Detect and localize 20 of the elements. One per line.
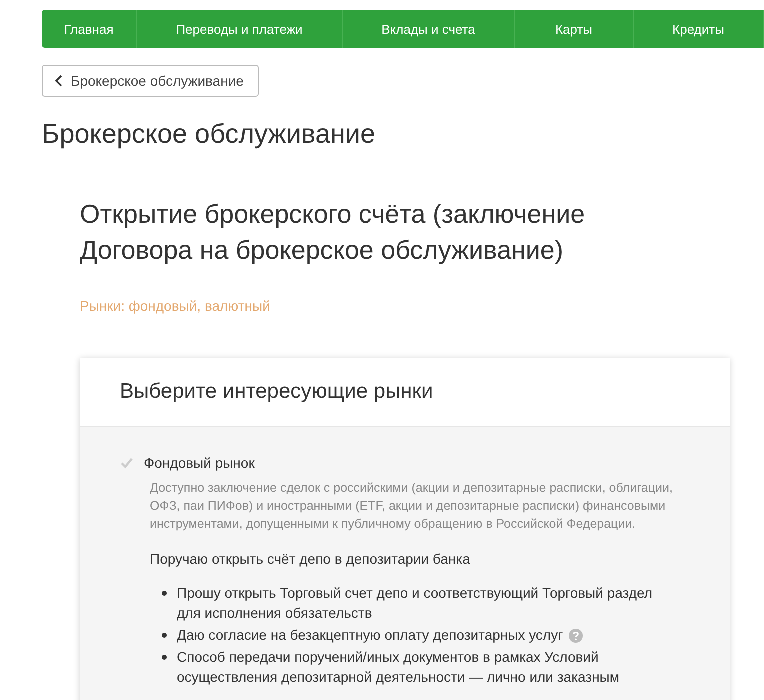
option-description: Доступно заключение сделок с российскими (акции и депозитарные расписки, облигации, ОФЗ, паи ПИФов) и иностранными (ETF, акции и депозитарные расписки) финансовыми инструментами, допущенными к публичному обращению в Российской Федерации. bbox=[150, 480, 674, 533]
menu-tab[interactable]: Карты bbox=[515, 10, 634, 48]
bullet-text: Прошу открыть Торговый счет депо и соответствующий Торговый раздел для исполнения обязательств bbox=[177, 585, 653, 621]
menu-tab[interactable]: Главная bbox=[42, 10, 137, 48]
back-button[interactable]: Брокерское обслуживание bbox=[42, 65, 259, 97]
bullet-icon bbox=[162, 633, 167, 638]
markets-note: Рынки: фондовый, валютный bbox=[80, 298, 272, 314]
bullet-icon bbox=[162, 655, 167, 660]
checkbox-label: Фондовый рынок bbox=[144, 455, 255, 471]
instruction-text: Поручаю открыть счёт депо в депозитарии банка bbox=[150, 551, 472, 567]
card-title: Выберите интересующие рынки bbox=[80, 358, 730, 427]
bullet-text: Способ передачи поручений/иных документов в рамках Условий осуществления депозитарной деятельности — лично или заказным bbox=[177, 649, 620, 685]
menu-tab[interactable]: Переводы и платежи bbox=[137, 10, 343, 48]
section-title: Открытие брокерского счёта (заключение Договора на брокерское обслуживание) bbox=[80, 198, 586, 267]
chevron-left-icon bbox=[55, 75, 63, 87]
menu-tab[interactable]: Кредиты bbox=[634, 10, 764, 48]
bullet-icon bbox=[162, 591, 167, 596]
menu-tab[interactable]: Вклады и счета bbox=[343, 10, 515, 48]
bullet-text: Даю согласие на безакцептную оплату депозитарных услуг bbox=[177, 627, 564, 643]
page-title: Брокерское обслуживание bbox=[42, 119, 376, 150]
